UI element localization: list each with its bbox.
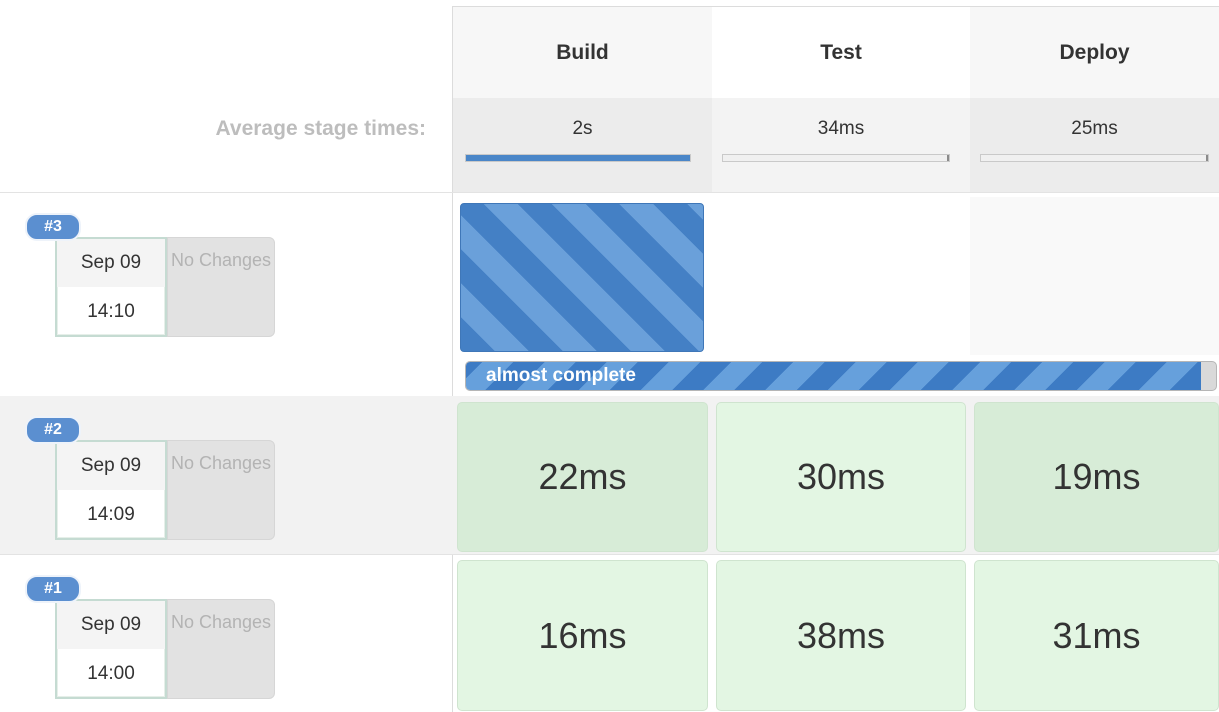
average-time-test-bar-tick — [947, 155, 949, 161]
build-date: Sep 09 — [57, 239, 165, 287]
stage-cell-build-success[interactable]: 16ms — [457, 560, 708, 711]
build-number-badge[interactable]: #2 — [25, 416, 81, 444]
average-time-test-bar — [722, 154, 950, 162]
average-time-deploy-value: 25ms — [1071, 118, 1118, 139]
average-time-test-value: 34ms — [817, 118, 865, 139]
stage-header-build[interactable]: Build — [453, 7, 712, 98]
build-date: Sep 09 — [57, 442, 165, 490]
stage-cell-deploy-success[interactable]: 31ms — [974, 560, 1219, 711]
average-time-build-bar — [465, 154, 691, 162]
average-time-test: 34ms — [712, 98, 970, 192]
build-number-badge[interactable]: #1 — [25, 575, 81, 603]
stage-cell-test-success[interactable]: 38ms — [716, 560, 966, 711]
stage-cell-deploy-success[interactable]: 19ms — [974, 402, 1219, 552]
build-progress-label: almost complete — [486, 365, 636, 386]
stage-header-deploy[interactable]: Deploy — [970, 7, 1219, 98]
build-row-3: Sep 09 14:10 No Changes #3 almost comple… — [0, 193, 1219, 396]
build-date-box: Sep 09 14:00 — [55, 599, 167, 699]
stage-cell-build-success[interactable]: 22ms — [457, 402, 708, 552]
average-time-build-bar-fill — [466, 155, 690, 161]
build-time: 14:10 — [87, 301, 135, 322]
build-changes[interactable]: No Changes — [167, 237, 275, 337]
build-date-box: Sep 09 14:09 — [55, 440, 167, 540]
stage-cell-test-empty — [712, 197, 970, 355]
build-row-2: Sep 09 14:09 No Changes #2 22ms 30ms 19m… — [0, 396, 1219, 554]
stage-header-test[interactable]: Test — [712, 7, 970, 98]
average-time-deploy: 25ms — [970, 98, 1219, 192]
stage-cell-build-running[interactable] — [460, 203, 704, 352]
build-info-1[interactable]: Sep 09 14:00 No Changes #1 — [25, 575, 285, 705]
stage-cell-test-success[interactable]: 30ms — [716, 402, 966, 552]
average-time-deploy-bar — [980, 154, 1209, 162]
build-info-3[interactable]: Sep 09 14:10 No Changes #3 — [25, 213, 285, 343]
build-date: Sep 09 — [57, 601, 165, 649]
build-time: 14:00 — [87, 663, 135, 684]
build-time: 14:09 — [87, 504, 135, 525]
build-changes[interactable]: No Changes — [167, 440, 275, 540]
build-changes[interactable]: No Changes — [167, 599, 275, 699]
build-number-badge[interactable]: #3 — [25, 213, 81, 241]
build-info-2[interactable]: Sep 09 14:09 No Changes #2 — [25, 416, 285, 546]
average-stage-times-label: Average stage times: — [215, 117, 426, 140]
stage-cell-deploy-empty — [970, 197, 1219, 355]
average-time-deploy-bar-tick — [1206, 155, 1208, 161]
average-time-build-value: 2s — [572, 118, 593, 139]
build-date-box: Sep 09 14:10 — [55, 237, 167, 337]
build-progress-bar: almost complete — [465, 361, 1217, 391]
build-row-1: Sep 09 14:00 No Changes #1 16ms 38ms 31m… — [0, 555, 1219, 712]
average-time-build: 2s — [453, 98, 712, 192]
